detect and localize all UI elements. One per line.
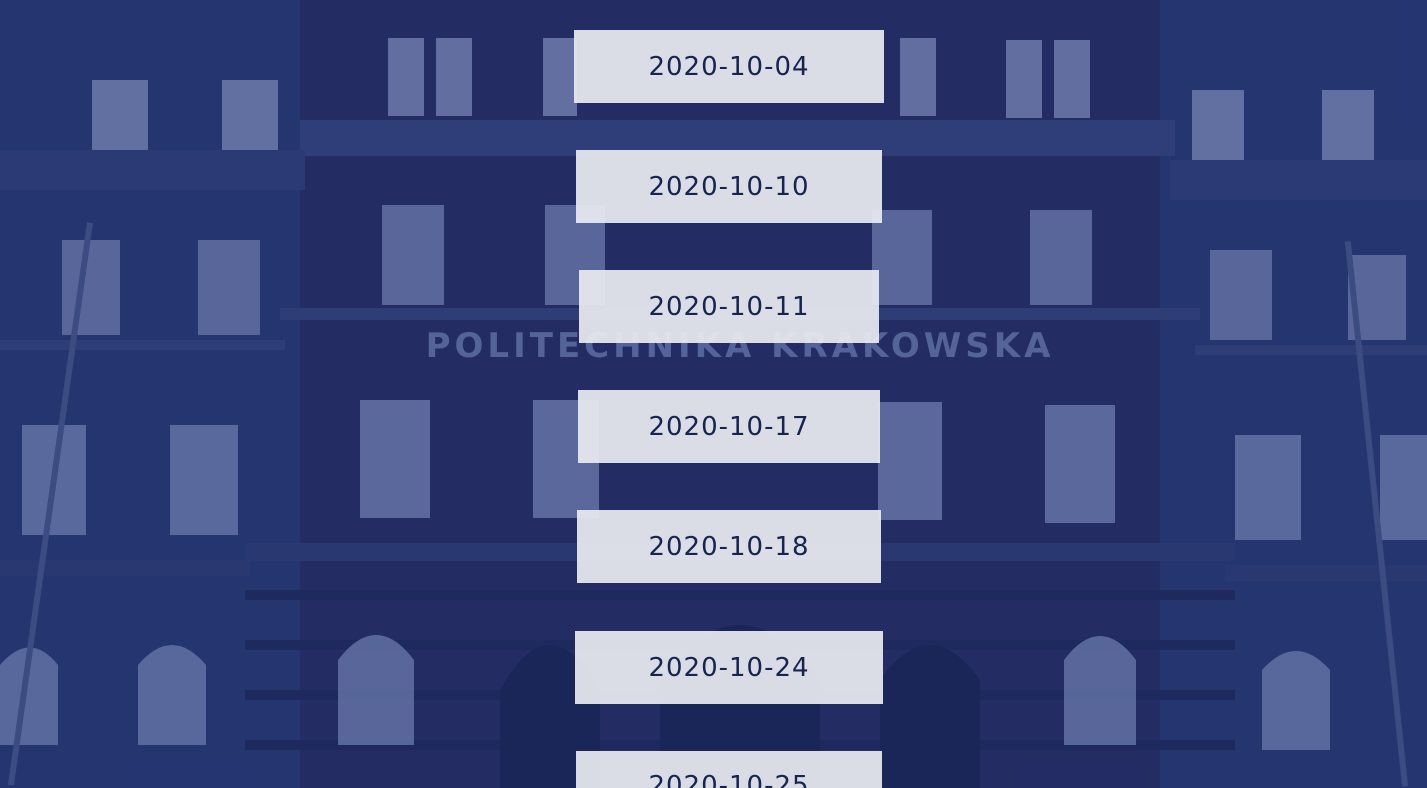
date-button-2020-10-24[interactable]: 2020-10-24	[575, 631, 883, 704]
date-button-2020-10-25[interactable]: 2020-10-25	[576, 751, 882, 788]
date-label: 2020-10-10	[648, 171, 810, 202]
date-button-2020-10-10[interactable]: 2020-10-10	[576, 150, 882, 223]
date-list: 2020-10-04 2020-10-10 2020-10-11 2020-10…	[0, 0, 1427, 788]
date-label: 2020-10-18	[648, 531, 810, 562]
page: POLITECHNIKA KRAKOWSKA 2020-10-04 2020-1…	[0, 0, 1427, 788]
date-button-2020-10-11[interactable]: 2020-10-11	[579, 270, 879, 343]
date-label: 2020-10-25	[648, 771, 810, 788]
date-label: 2020-10-24	[648, 652, 810, 683]
date-button-2020-10-04[interactable]: 2020-10-04	[574, 30, 884, 103]
date-button-2020-10-18[interactable]: 2020-10-18	[577, 510, 881, 583]
date-label: 2020-10-11	[648, 291, 810, 322]
date-label: 2020-10-17	[648, 411, 810, 442]
date-button-2020-10-17[interactable]: 2020-10-17	[578, 390, 880, 463]
date-label: 2020-10-04	[648, 51, 810, 82]
